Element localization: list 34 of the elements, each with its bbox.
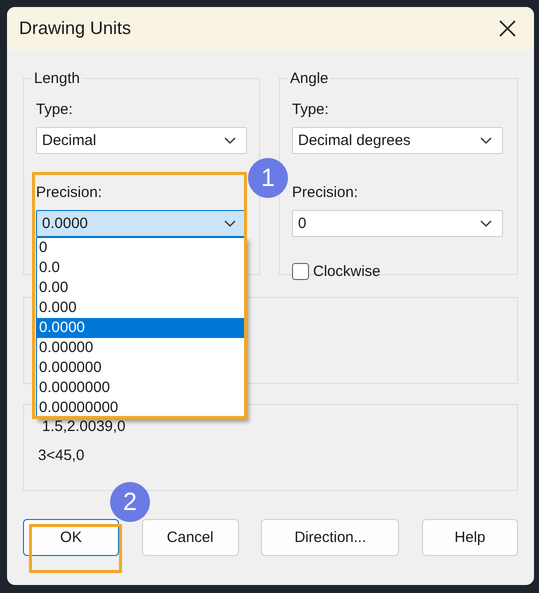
field-label: Precision: (36, 184, 103, 201)
dropdown-option[interactable]: 0.000000 (37, 358, 246, 378)
dialog-button[interactable]: Direction... (261, 519, 400, 556)
step-number-badge: 2 (110, 482, 150, 522)
dropdown-option[interactable]: 0.00 (37, 278, 246, 298)
close-icon (499, 20, 516, 37)
dialog-button[interactable]: Cancel (142, 519, 239, 556)
group-title: Length (33, 70, 81, 87)
step-number-badge: 1 (248, 158, 288, 198)
dropdown-option[interactable]: 0.0000000 (37, 378, 246, 398)
precision-dropdown[interactable]: 0 (292, 210, 503, 237)
window-title: Drawing Units (19, 18, 132, 39)
field-label: Type: (36, 101, 74, 118)
dropdown-option[interactable]: 0.0000 (37, 318, 246, 338)
sample-output-text: 1.5,2.0039,0 (41, 418, 126, 435)
field-label: Precision: (292, 184, 359, 201)
dialog-button[interactable]: OK (23, 519, 119, 556)
checkbox[interactable] (292, 263, 309, 280)
dropdown-option[interactable]: 0.00000 (37, 338, 246, 358)
dropdown-option[interactable]: 0.0 (37, 258, 246, 278)
dialog-button[interactable]: Help (422, 519, 518, 556)
checkbox-label: Clockwise (313, 263, 381, 280)
field-label: Type: (292, 101, 330, 118)
dropdown-option[interactable]: 0.00000000 (37, 398, 246, 418)
chevron-down-icon (480, 137, 492, 144)
chevron-down-icon (480, 220, 492, 227)
dropdown-option[interactable]: 0.000 (37, 298, 246, 318)
chevron-down-icon (224, 220, 236, 227)
type-dropdown[interactable]: Decimal degrees (292, 127, 503, 154)
dropdown-option[interactable]: 0 (37, 238, 246, 258)
sample-output-text: 3<45,0 (38, 447, 86, 464)
group-title: Angle (289, 70, 330, 87)
type-dropdown[interactable]: Decimal (36, 127, 247, 154)
chevron-down-icon (224, 137, 236, 144)
